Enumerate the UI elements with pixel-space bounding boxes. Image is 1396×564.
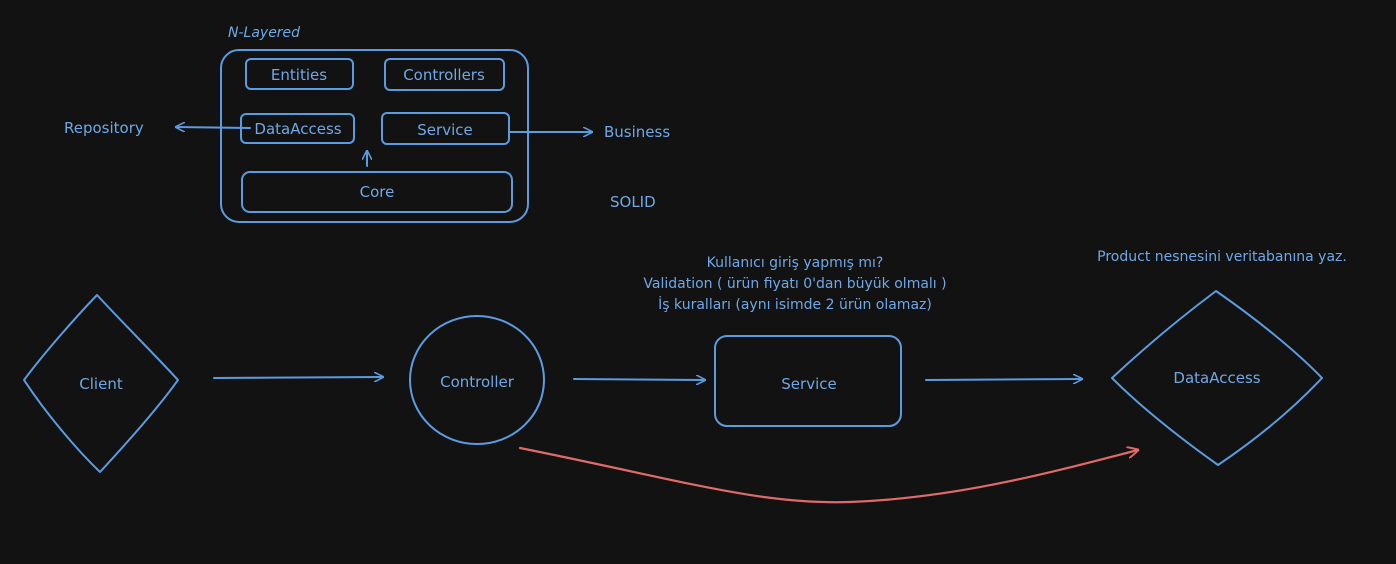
layer-core-label: Core bbox=[360, 183, 395, 201]
layer-entities: Entities bbox=[245, 58, 354, 90]
controller-label: Controller bbox=[440, 373, 515, 391]
service-note-validation: Validation ( ürün fiyatı 0'dan büyük olm… bbox=[643, 276, 946, 292]
solid-label: SOLID bbox=[610, 193, 656, 211]
service-node: Service bbox=[714, 335, 902, 427]
service-note-business-rules: İş kuralları (aynı isimde 2 ürün olamaz) bbox=[658, 295, 932, 313]
data-access-node: DataAccess bbox=[1111, 290, 1323, 466]
architecture-title: N-Layered bbox=[228, 25, 300, 41]
diagram-canvas: N-Layered Entities Controllers DataAcces… bbox=[23, 25, 1347, 504]
repository-label: Repository bbox=[64, 119, 144, 137]
layer-service: Service bbox=[381, 112, 510, 145]
service-label: Service bbox=[781, 375, 836, 393]
client-node: Client bbox=[23, 294, 179, 473]
controller-node: Controller bbox=[409, 315, 545, 445]
service-to-data-access-arrow bbox=[925, 379, 1082, 380]
layer-entities-label: Entities bbox=[271, 66, 327, 84]
layer-data-access-label: DataAccess bbox=[254, 120, 341, 138]
layer-controllers: Controllers bbox=[384, 58, 505, 91]
data-access-label: DataAccess bbox=[1173, 369, 1260, 387]
controller-to-data-access-bypass-arrow bbox=[518, 448, 1138, 504]
business-label: Business bbox=[604, 123, 670, 141]
client-to-controller-arrow bbox=[213, 377, 383, 378]
controller-to-service-arrow bbox=[573, 379, 705, 380]
data-access-note: Product nesnesini veritabanına yaz. bbox=[1097, 249, 1347, 265]
repository-arrow bbox=[176, 127, 251, 128]
service-note-auth: Kullanıcı giriş yapmış mı? bbox=[707, 255, 884, 271]
client-label: Client bbox=[79, 375, 123, 393]
layer-service-label: Service bbox=[417, 121, 472, 139]
layer-controllers-label: Controllers bbox=[403, 66, 485, 84]
layer-data-access: DataAccess bbox=[240, 113, 355, 144]
layer-core: Core bbox=[241, 171, 513, 213]
